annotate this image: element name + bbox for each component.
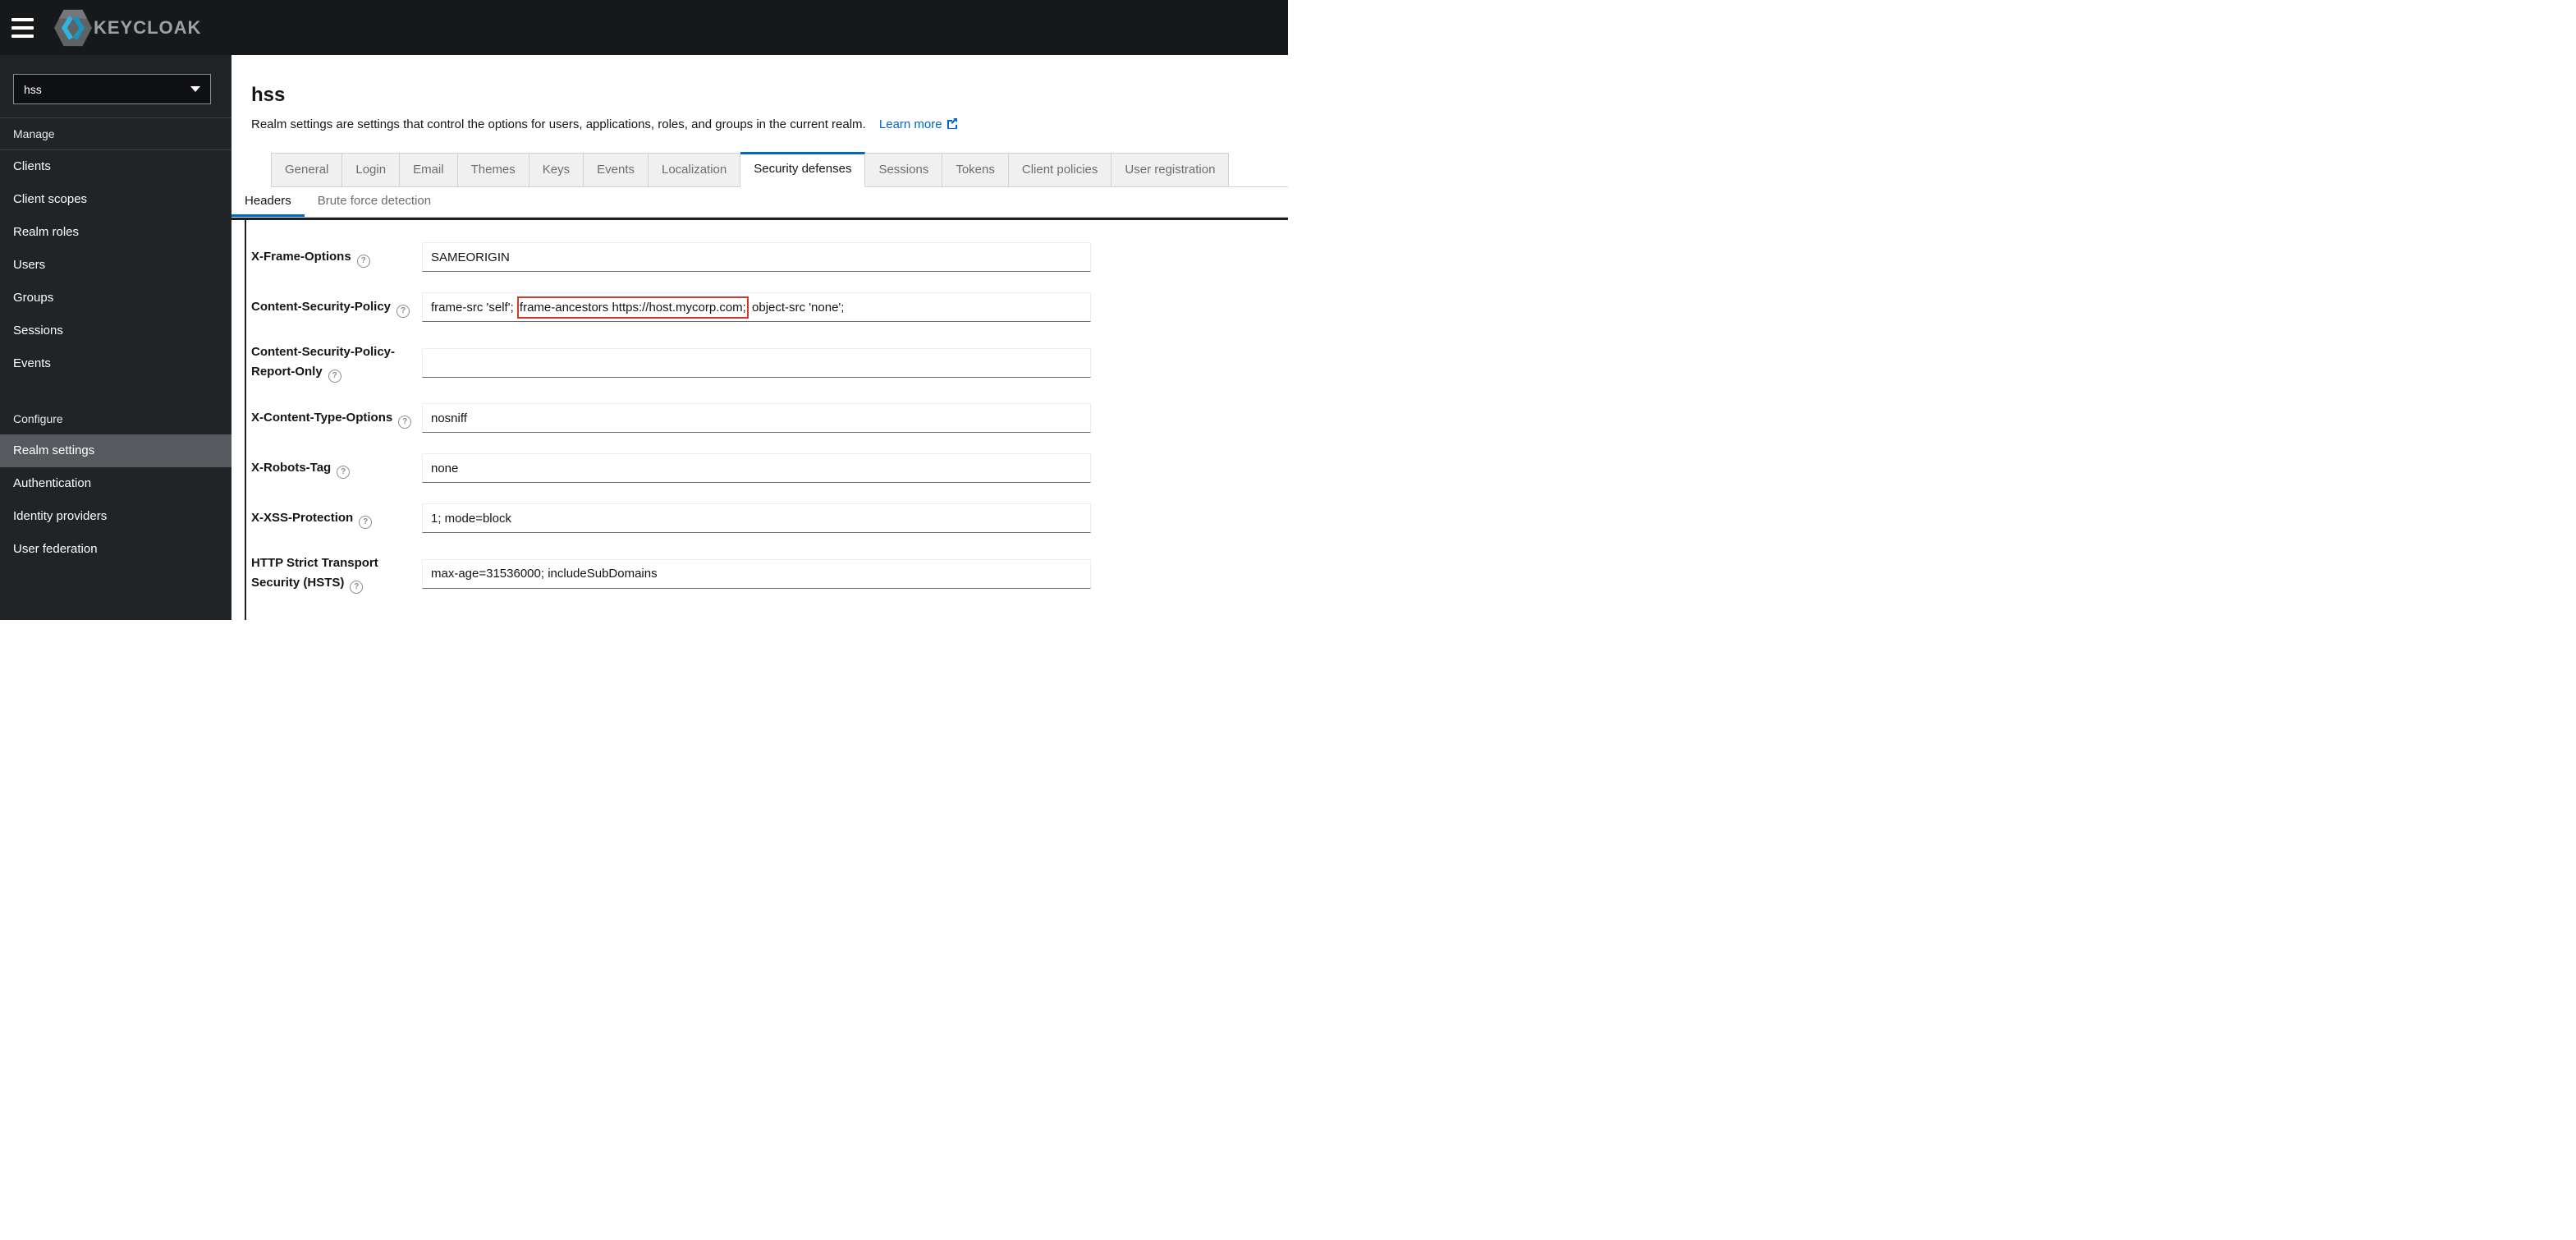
tab-events[interactable]: Events <box>584 153 649 187</box>
csp-frame-ancestors-annotation: frame-ancestors https://host.mycorp.com; <box>516 296 749 319</box>
main-content: hss Realm settings are settings that con… <box>231 55 1288 620</box>
configure-nav-list: Realm settings Authentication Identity p… <box>0 434 231 566</box>
sidebar-item-identity-providers[interactable]: Identity providers <box>0 500 231 533</box>
sidebar-item-events[interactable]: Events <box>0 347 231 380</box>
keycloak-admin-console: KEYCLOAK hss Manage Clients Client scope… <box>0 0 1288 620</box>
form-row: Content-Security-Policy? frame-src 'self… <box>251 292 1288 322</box>
keycloak-logo[interactable]: KEYCLOAK <box>54 7 201 48</box>
hsts-label: HTTP Strict Transport Security (HSTS)? <box>251 553 422 594</box>
manage-nav-list: Clients Client scopes Realm roles Users … <box>0 150 231 380</box>
tab-login[interactable]: Login <box>342 153 401 187</box>
hsts-input[interactable]: max-age=31536000; includeSubDomains <box>422 558 1091 589</box>
tab-general[interactable]: General <box>271 153 343 187</box>
tab-email[interactable]: Email <box>400 153 458 187</box>
x-xss-protection-label: X-XSS-Protection? <box>251 508 422 529</box>
tab-user-registration[interactable]: User registration <box>1112 153 1230 187</box>
tab-themes[interactable]: Themes <box>457 153 529 187</box>
tab-client-policies[interactable]: Client policies <box>1008 153 1112 187</box>
help-icon[interactable]: ? <box>398 415 412 429</box>
hamburger-menu-icon[interactable] <box>11 17 34 38</box>
x-robots-tag-label: X-Robots-Tag? <box>251 458 422 479</box>
help-icon[interactable]: ? <box>337 465 351 479</box>
content-security-policy-report-only-input[interactable] <box>422 347 1091 378</box>
realm-selector[interactable]: hss <box>13 74 211 104</box>
sidebar-item-user-federation[interactable]: User federation <box>0 533 231 566</box>
help-icon[interactable]: ? <box>328 370 341 383</box>
x-frame-options-label: X-Frame-Options? <box>251 247 422 268</box>
x-frame-options-input[interactable]: SAMEORIGIN <box>422 242 1091 272</box>
tab-keys[interactable]: Keys <box>529 153 584 187</box>
keycloak-hexagon-icon <box>54 9 92 46</box>
x-content-type-options-label: X-Content-Type-Options? <box>251 408 422 429</box>
top-bar: KEYCLOAK <box>0 0 1288 55</box>
form-row: HTTP Strict Transport Security (HSTS)? m… <box>251 553 1288 594</box>
x-content-type-options-input[interactable]: nosniff <box>422 403 1091 433</box>
tab-localization[interactable]: Localization <box>649 153 741 187</box>
sidebar-item-authentication[interactable]: Authentication <box>0 467 231 500</box>
help-icon[interactable]: ? <box>350 581 364 594</box>
content-security-policy-label: Content-Security-Policy? <box>251 297 422 318</box>
sidebar-item-users[interactable]: Users <box>0 249 231 282</box>
form-row: X-XSS-Protection? 1; mode=block <box>251 503 1288 533</box>
content-security-policy-input[interactable]: frame-src 'self'; frame-ancestors https:… <box>422 292 1091 322</box>
tab-security-defenses[interactable]: Security defenses <box>740 152 866 187</box>
page-header: hss Realm settings are settings that con… <box>251 85 1268 134</box>
help-icon[interactable]: ? <box>359 515 373 529</box>
realm-settings-tabs: General Login Email Themes Keys Events L… <box>271 152 1288 187</box>
learn-more-link[interactable]: Learn more <box>879 117 958 131</box>
sidebar-item-client-scopes[interactable]: Client scopes <box>0 183 231 216</box>
x-robots-tag-input[interactable]: none <box>422 453 1091 483</box>
sidebar-item-clients[interactable]: Clients <box>0 150 231 183</box>
sidebar-item-groups[interactable]: Groups <box>0 282 231 315</box>
sidebar-item-realm-roles[interactable]: Realm roles <box>0 216 231 249</box>
security-defenses-subtabs: Headers Brute force detection <box>231 187 1288 218</box>
form-row: Content-Security-Policy-Report-Only? <box>251 342 1288 383</box>
subtab-brute-force-detection[interactable]: Brute force detection <box>305 187 444 217</box>
tab-sessions[interactable]: Sessions <box>865 153 943 187</box>
page-description: Realm settings are settings that control… <box>251 117 866 131</box>
form-row: X-Content-Type-Options? nosniff <box>251 403 1288 433</box>
headers-form: X-Frame-Options? SAMEORIGIN Content-Secu… <box>245 220 1288 620</box>
realm-selector-value: hss <box>24 82 42 96</box>
form-row: X-Robots-Tag? none <box>251 453 1288 483</box>
nav-section-configure: Configure <box>13 412 63 425</box>
sidebar-item-sessions[interactable]: Sessions <box>0 315 231 347</box>
external-link-icon <box>947 117 958 134</box>
form-row: X-Frame-Options? SAMEORIGIN <box>251 242 1288 272</box>
caret-down-icon <box>190 86 200 92</box>
sidebar-item-realm-settings[interactable]: Realm settings <box>0 434 231 467</box>
page-title: hss <box>251 84 286 106</box>
tab-row-filler <box>1229 152 1288 187</box>
help-icon[interactable]: ? <box>396 304 410 318</box>
x-xss-protection-input[interactable]: 1; mode=block <box>422 503 1091 533</box>
keycloak-logo-text: KEYCLOAK <box>94 16 202 38</box>
subtab-headers[interactable]: Headers <box>231 187 305 217</box>
sidebar-nav: hss Manage Clients Client scopes Realm r… <box>0 55 231 620</box>
help-icon[interactable]: ? <box>356 254 370 268</box>
tab-tokens[interactable]: Tokens <box>942 153 1009 187</box>
nav-section-manage: Manage <box>13 127 55 140</box>
content-security-policy-report-only-label: Content-Security-Policy-Report-Only? <box>251 342 422 383</box>
